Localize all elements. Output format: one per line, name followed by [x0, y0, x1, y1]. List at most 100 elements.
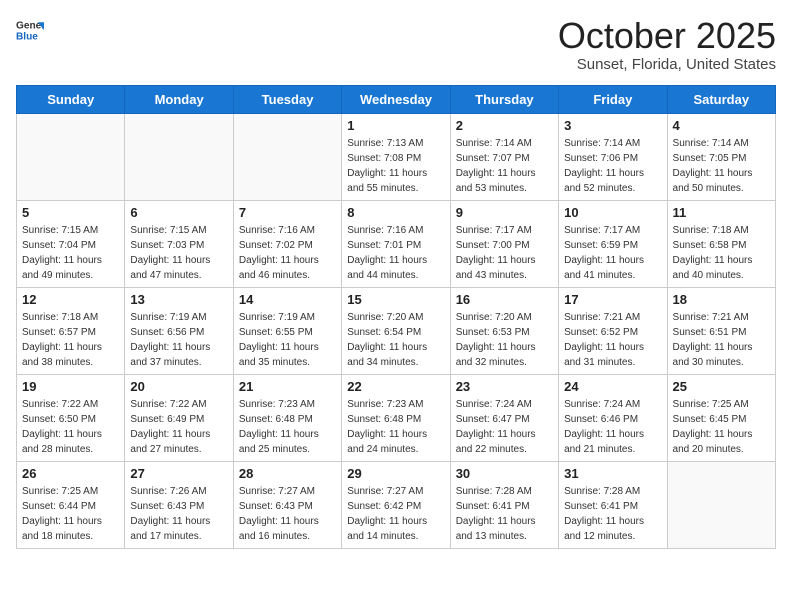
location-subtitle: Sunset, Florida, United States	[558, 56, 776, 73]
day-number: 4	[673, 118, 770, 133]
day-info: Sunrise: 7:17 AM Sunset: 6:59 PM Dayligh…	[564, 223, 661, 283]
calendar-table: SundayMondayTuesdayWednesdayThursdayFrid…	[16, 85, 776, 549]
calendar-cell: 20 Sunrise: 7:22 AM Sunset: 6:49 PM Dayli…	[125, 374, 233, 461]
calendar-cell: 22 Sunrise: 7:23 AM Sunset: 6:48 PM Dayli…	[342, 374, 450, 461]
day-number: 10	[564, 205, 661, 220]
day-info: Sunrise: 7:23 AM Sunset: 6:48 PM Dayligh…	[239, 397, 336, 457]
day-info: Sunrise: 7:22 AM Sunset: 6:49 PM Dayligh…	[130, 397, 227, 457]
day-info: Sunrise: 7:19 AM Sunset: 6:56 PM Dayligh…	[130, 310, 227, 370]
calendar-cell: 7 Sunrise: 7:16 AM Sunset: 7:02 PM Daylig…	[233, 200, 341, 287]
logo: General Blue	[16, 16, 44, 44]
day-number: 6	[130, 205, 227, 220]
calendar-cell: 24 Sunrise: 7:24 AM Sunset: 6:46 PM Dayli…	[559, 374, 667, 461]
day-number: 30	[456, 466, 553, 481]
day-number: 29	[347, 466, 444, 481]
day-info: Sunrise: 7:25 AM Sunset: 6:44 PM Dayligh…	[22, 484, 119, 544]
day-info: Sunrise: 7:23 AM Sunset: 6:48 PM Dayligh…	[347, 397, 444, 457]
day-number: 12	[22, 292, 119, 307]
day-number: 11	[673, 205, 770, 220]
calendar-cell: 23 Sunrise: 7:24 AM Sunset: 6:47 PM Dayli…	[450, 374, 558, 461]
day-number: 16	[456, 292, 553, 307]
day-info: Sunrise: 7:15 AM Sunset: 7:04 PM Dayligh…	[22, 223, 119, 283]
calendar-cell: 17 Sunrise: 7:21 AM Sunset: 6:52 PM Dayli…	[559, 287, 667, 374]
calendar-cell: 1 Sunrise: 7:13 AM Sunset: 7:08 PM Daylig…	[342, 113, 450, 200]
day-info: Sunrise: 7:20 AM Sunset: 6:54 PM Dayligh…	[347, 310, 444, 370]
day-info: Sunrise: 7:19 AM Sunset: 6:55 PM Dayligh…	[239, 310, 336, 370]
calendar-week-row: 26 Sunrise: 7:25 AM Sunset: 6:44 PM Dayli…	[17, 461, 776, 548]
day-number: 31	[564, 466, 661, 481]
weekday-header: Tuesday	[233, 85, 341, 113]
day-info: Sunrise: 7:18 AM Sunset: 6:58 PM Dayligh…	[673, 223, 770, 283]
weekday-header: Wednesday	[342, 85, 450, 113]
calendar-cell: 4Sunrise: 7:14 AM Sunset: 7:05 PM Daylig…	[667, 113, 775, 200]
calendar-cell: 15 Sunrise: 7:20 AM Sunset: 6:54 PM Dayli…	[342, 287, 450, 374]
day-info: Sunrise: 7:24 AM Sunset: 6:47 PM Dayligh…	[456, 397, 553, 457]
page-header: General Blue October 2025 Sunset, Florid…	[16, 16, 776, 73]
svg-text:General: General	[16, 20, 44, 31]
logo-icon: General Blue	[16, 16, 44, 44]
day-number: 9	[456, 205, 553, 220]
day-number: 22	[347, 379, 444, 394]
calendar-cell: 25 Sunrise: 7:25 AM Sunset: 6:45 PM Dayli…	[667, 374, 775, 461]
day-info: Sunrise: 7:26 AM Sunset: 6:43 PM Dayligh…	[130, 484, 227, 544]
day-number: 5	[22, 205, 119, 220]
day-number: 1	[347, 118, 444, 133]
calendar-cell	[17, 113, 125, 200]
calendar-week-row: 1 Sunrise: 7:13 AM Sunset: 7:08 PM Daylig…	[17, 113, 776, 200]
day-info: Sunrise: 7:14 AM Sunset: 7:06 PM Dayligh…	[564, 136, 661, 196]
day-number: 26	[22, 466, 119, 481]
day-number: 25	[673, 379, 770, 394]
calendar-cell: 29Sunrise: 7:27 AM Sunset: 6:42 PM Dayli…	[342, 461, 450, 548]
calendar-cell	[233, 113, 341, 200]
day-number: 24	[564, 379, 661, 394]
calendar-cell: 6 Sunrise: 7:15 AM Sunset: 7:03 PM Daylig…	[125, 200, 233, 287]
day-number: 8	[347, 205, 444, 220]
calendar-cell: 9Sunrise: 7:17 AM Sunset: 7:00 PM Daylig…	[450, 200, 558, 287]
calendar-cell: 14 Sunrise: 7:19 AM Sunset: 6:55 PM Dayli…	[233, 287, 341, 374]
day-info: Sunrise: 7:14 AM Sunset: 7:07 PM Dayligh…	[456, 136, 553, 196]
day-info: Sunrise: 7:22 AM Sunset: 6:50 PM Dayligh…	[22, 397, 119, 457]
day-number: 23	[456, 379, 553, 394]
day-number: 19	[22, 379, 119, 394]
day-info: Sunrise: 7:25 AM Sunset: 6:45 PM Dayligh…	[673, 397, 770, 457]
day-info: Sunrise: 7:16 AM Sunset: 7:02 PM Dayligh…	[239, 223, 336, 283]
day-number: 7	[239, 205, 336, 220]
day-number: 28	[239, 466, 336, 481]
calendar-cell: 10 Sunrise: 7:17 AM Sunset: 6:59 PM Dayli…	[559, 200, 667, 287]
day-number: 17	[564, 292, 661, 307]
day-info: Sunrise: 7:28 AM Sunset: 6:41 PM Dayligh…	[456, 484, 553, 544]
calendar-cell: 28 Sunrise: 7:27 AM Sunset: 6:43 PM Dayli…	[233, 461, 341, 548]
day-info: Sunrise: 7:13 AM Sunset: 7:08 PM Dayligh…	[347, 136, 444, 196]
calendar-week-row: 19 Sunrise: 7:22 AM Sunset: 6:50 PM Dayli…	[17, 374, 776, 461]
calendar-cell: 13 Sunrise: 7:19 AM Sunset: 6:56 PM Dayli…	[125, 287, 233, 374]
calendar-cell: 3 Sunrise: 7:14 AM Sunset: 7:06 PM Daylig…	[559, 113, 667, 200]
svg-text:Blue: Blue	[16, 31, 38, 42]
day-info: Sunrise: 7:21 AM Sunset: 6:52 PM Dayligh…	[564, 310, 661, 370]
weekday-header: Monday	[125, 85, 233, 113]
calendar-cell: 2 Sunrise: 7:14 AM Sunset: 7:07 PM Daylig…	[450, 113, 558, 200]
day-number: 20	[130, 379, 227, 394]
calendar-cell: 31Sunrise: 7:28 AM Sunset: 6:41 PM Dayli…	[559, 461, 667, 548]
day-number: 3	[564, 118, 661, 133]
day-number: 18	[673, 292, 770, 307]
day-info: Sunrise: 7:27 AM Sunset: 6:43 PM Dayligh…	[239, 484, 336, 544]
calendar-cell: 8Sunrise: 7:16 AM Sunset: 7:01 PM Daylig…	[342, 200, 450, 287]
weekday-header: Saturday	[667, 85, 775, 113]
day-number: 14	[239, 292, 336, 307]
calendar-week-row: 12Sunrise: 7:18 AM Sunset: 6:57 PM Dayli…	[17, 287, 776, 374]
day-number: 2	[456, 118, 553, 133]
weekday-header: Friday	[559, 85, 667, 113]
day-number: 15	[347, 292, 444, 307]
day-info: Sunrise: 7:20 AM Sunset: 6:53 PM Dayligh…	[456, 310, 553, 370]
calendar-cell: 26 Sunrise: 7:25 AM Sunset: 6:44 PM Dayli…	[17, 461, 125, 548]
weekday-header: Thursday	[450, 85, 558, 113]
month-title: October 2025	[558, 16, 776, 56]
calendar-week-row: 5 Sunrise: 7:15 AM Sunset: 7:04 PM Daylig…	[17, 200, 776, 287]
day-number: 21	[239, 379, 336, 394]
day-info: Sunrise: 7:15 AM Sunset: 7:03 PM Dayligh…	[130, 223, 227, 283]
day-info: Sunrise: 7:24 AM Sunset: 6:46 PM Dayligh…	[564, 397, 661, 457]
day-number: 13	[130, 292, 227, 307]
calendar-cell: 5 Sunrise: 7:15 AM Sunset: 7:04 PM Daylig…	[17, 200, 125, 287]
calendar-cell: 19 Sunrise: 7:22 AM Sunset: 6:50 PM Dayli…	[17, 374, 125, 461]
calendar-cell	[125, 113, 233, 200]
